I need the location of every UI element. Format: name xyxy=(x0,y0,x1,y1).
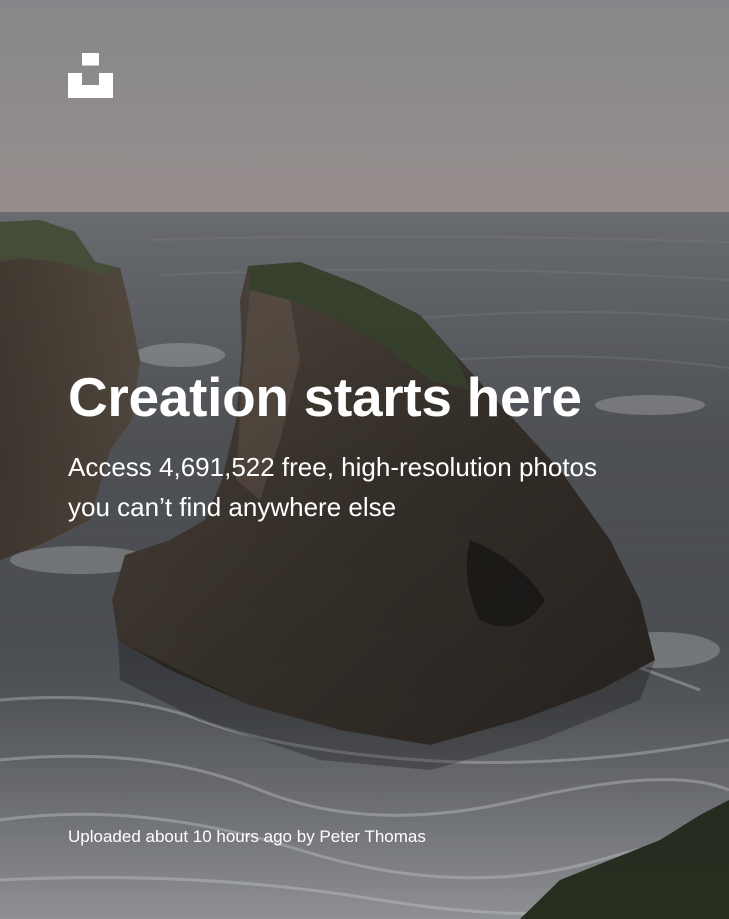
photographer-link[interactable]: Peter Thomas xyxy=(319,827,425,846)
photo-credit: Uploaded about 10 hours ago by Peter Tho… xyxy=(68,826,426,848)
credit-prefix: Uploaded about 10 hours ago by xyxy=(68,827,320,846)
hero-subtitle: Access 4,691,522 free, high-resolution p… xyxy=(68,452,598,522)
hero-panel: Creation starts here Access 4,691,522 fr… xyxy=(0,0,729,919)
hero-title: Creation starts here xyxy=(68,366,582,428)
unsplash-logo-icon[interactable] xyxy=(68,53,113,98)
